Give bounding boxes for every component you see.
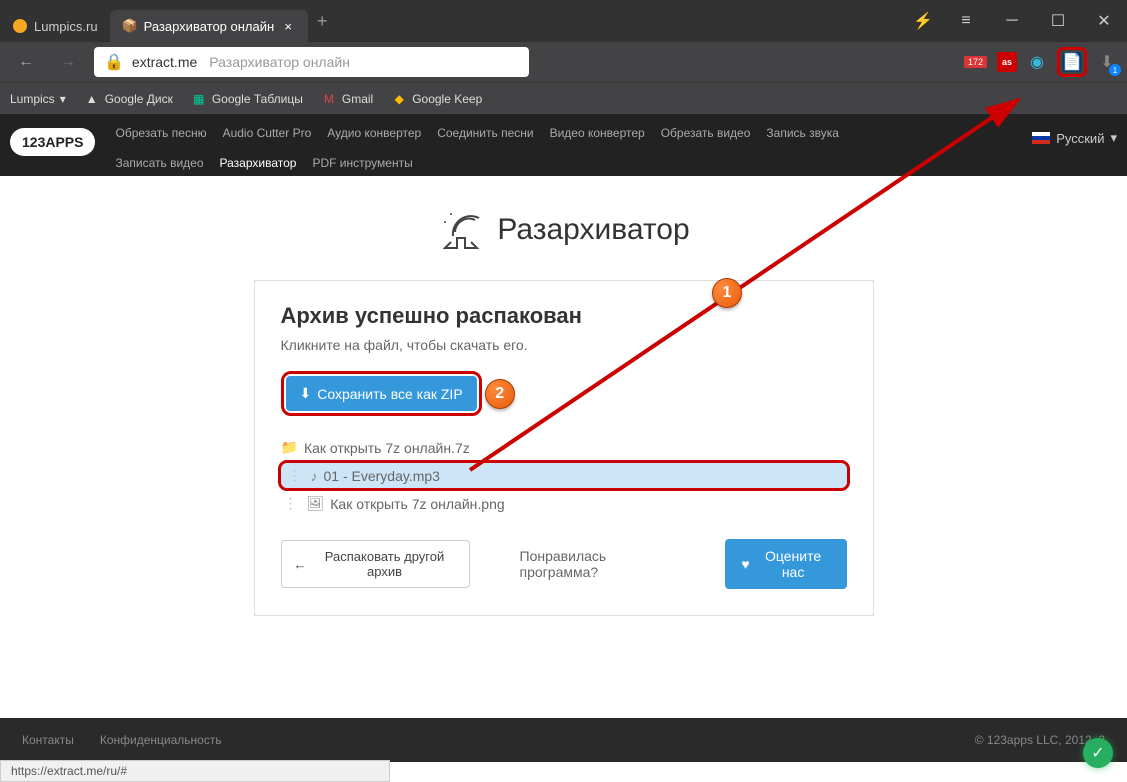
page-title: Разархиватор	[437, 206, 689, 254]
nav-unarchiver[interactable]: Разархиватор	[220, 156, 297, 170]
page-content: Разархиватор Архив успешно распакован Кл…	[0, 176, 1127, 646]
unpack-another-button[interactable]: ← Распаковать другой архив	[281, 540, 470, 588]
tab-lumpics[interactable]: Lumpics.ru	[0, 10, 110, 42]
tab-close-icon[interactable]: ×	[280, 18, 296, 34]
site-footer: Контакты Конфиденциальность © 123apps LL…	[0, 718, 1127, 762]
bookmark-gdrive[interactable]: ▲Google Диск	[84, 91, 173, 107]
url-input[interactable]: 🔒 extract.me Разархиватор онлайн	[94, 47, 529, 77]
annotation-badge-1: 1	[712, 278, 742, 308]
gdrive-icon: ▲	[84, 91, 100, 107]
image-file-icon: 🖼	[307, 495, 325, 512]
extension-generic-icon[interactable]: ◉	[1027, 52, 1047, 72]
tab-label: Разархиватор онлайн	[144, 19, 275, 34]
download-extension-highlight: 📄	[1057, 47, 1087, 77]
flag-ru-icon	[1032, 132, 1050, 144]
annotation-badge-2: 2	[485, 379, 515, 409]
minimize-button[interactable]: ─	[989, 5, 1035, 37]
gmail-icon: M	[321, 91, 337, 107]
download-extension-icon[interactable]: 📄	[1062, 52, 1082, 72]
nav-record-audio[interactable]: Запись звука	[766, 126, 839, 140]
nav-cut-video[interactable]: Обрезать видео	[661, 126, 751, 140]
extension-badge[interactable]: 172	[964, 56, 987, 68]
url-domain: extract.me	[132, 54, 197, 70]
tab-extractme[interactable]: 📦 Разархиватор онлайн ×	[110, 10, 309, 42]
like-question: Понравилась программа?	[520, 548, 676, 580]
lock-icon: 🔒	[104, 52, 124, 72]
tree-file-mp3[interactable]: ⋮ ♪ 01 - Everyday.mp3	[281, 463, 847, 488]
favicon-extractme: 📦	[122, 18, 138, 34]
site-logo[interactable]: 123APPS	[10, 128, 95, 156]
zip-button-highlight: ⬇ Сохранить все как ZIP 2	[281, 371, 482, 416]
footer-privacy[interactable]: Конфиденциальность	[100, 733, 222, 747]
hint-text: Кликните на файл, чтобы скачать его.	[281, 337, 847, 353]
forward-button[interactable]: →	[52, 46, 84, 78]
maximize-button[interactable]: ☐	[1035, 5, 1081, 37]
folder-icon: 📁	[281, 439, 298, 456]
nav-pdf-tools[interactable]: PDF инструменты	[312, 156, 412, 170]
bookmark-gmail[interactable]: MGmail	[321, 91, 373, 107]
page-title-text: Разархиватор	[497, 213, 689, 247]
unarchiver-icon	[437, 206, 485, 254]
browser-titlebar: Lumpics.ru 📦 Разархиватор онлайн × + ⚡ ≡…	[0, 0, 1127, 42]
tab-label: Lumpics.ru	[34, 19, 98, 34]
bookmark-lumpics[interactable]: Lumpics ▾	[10, 92, 66, 106]
browser-statusbar: https://extract.me/ru/#	[0, 760, 390, 782]
audio-file-icon: ♪	[311, 468, 318, 484]
gsheets-icon: ▦	[191, 91, 207, 107]
zen-icon[interactable]: ⚡	[913, 5, 933, 37]
address-bar: ← → 🔒 extract.me Разархиватор онлайн 172…	[0, 42, 1127, 82]
file-tree: 📁 Как открыть 7z онлайн.7z ⋮ ♪ 01 - Ever…	[281, 436, 847, 515]
tree-root[interactable]: 📁 Как открыть 7z онлайн.7z	[281, 436, 847, 459]
bookmark-gkeep[interactable]: ◆Google Keep	[391, 91, 482, 107]
language-selector[interactable]: Русский ▾	[1032, 122, 1117, 146]
gkeep-icon: ◆	[391, 91, 407, 107]
heart-icon: ♥	[741, 556, 749, 572]
footer-contacts[interactable]: Контакты	[22, 733, 74, 747]
bookmark-gsheets[interactable]: ▦Google Таблицы	[191, 91, 303, 107]
result-card: Архив успешно распакован Кликните на фай…	[254, 280, 874, 616]
nav-audio-cutter-pro[interactable]: Audio Cutter Pro	[223, 126, 312, 140]
tree-file-png[interactable]: ⋮ 🖼 Как открыть 7z онлайн.png	[281, 492, 847, 515]
extension-lastfm-icon[interactable]: as	[997, 52, 1017, 72]
url-title: Разархиватор онлайн	[209, 54, 350, 70]
security-shield-icon[interactable]: ✓	[1083, 738, 1113, 768]
save-all-zip-button[interactable]: ⬇ Сохранить все как ZIP	[286, 376, 477, 411]
nav-record-video[interactable]: Записать видео	[115, 156, 203, 170]
success-heading: Архив успешно распакован	[281, 303, 847, 329]
new-tab-button[interactable]: +	[308, 7, 336, 35]
notification-badge: 1	[1109, 64, 1121, 76]
nav-audio-converter[interactable]: Аудио конвертер	[327, 126, 421, 140]
favicon-lumpics	[12, 18, 28, 34]
menu-icon[interactable]: ≡	[943, 5, 989, 37]
bookmarks-bar: Lumpics ▾ ▲Google Диск ▦Google Таблицы M…	[0, 82, 1127, 114]
back-button[interactable]: ←	[10, 46, 42, 78]
nav-cut-song[interactable]: Обрезать песню	[115, 126, 206, 140]
nav-video-converter[interactable]: Видео конвертер	[550, 126, 645, 140]
close-window-button[interactable]: ✕	[1081, 5, 1127, 37]
downloads-icon[interactable]: ⬇1	[1097, 52, 1117, 72]
site-navigation: 123APPS Обрезать песню Audio Cutter Pro …	[0, 114, 1127, 176]
download-icon: ⬇	[300, 385, 312, 402]
nav-join-songs[interactable]: Соединить песни	[437, 126, 533, 140]
rate-us-button[interactable]: ♥ Оцените нас	[725, 539, 846, 589]
back-arrow-icon: ←	[294, 557, 307, 572]
